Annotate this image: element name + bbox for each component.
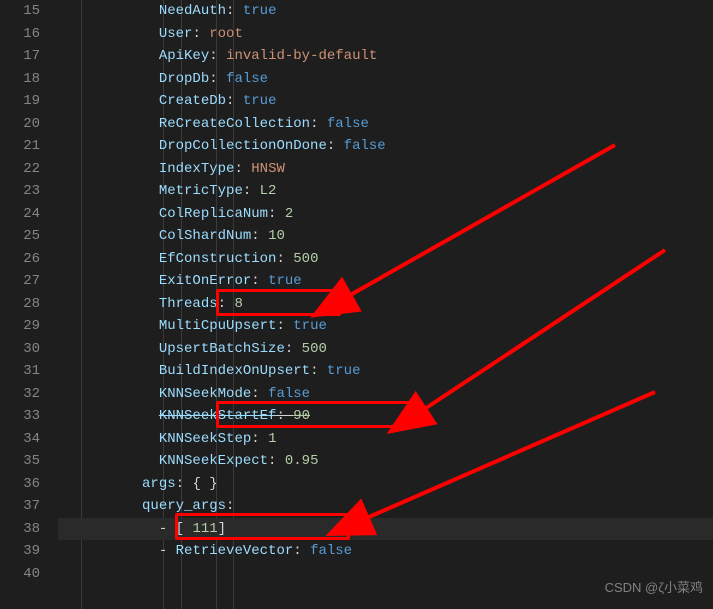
- line-number: 36: [10, 473, 40, 496]
- line-number: 26: [10, 248, 40, 271]
- line-number: 40: [10, 563, 40, 586]
- code-line[interactable]: KNNSeekStartEf: 90: [58, 405, 713, 428]
- code-line[interactable]: DropDb: false: [58, 68, 713, 91]
- code-line[interactable]: NeedAuth: true: [58, 0, 713, 23]
- code-line[interactable]: User: root: [58, 23, 713, 46]
- line-number: 20: [10, 113, 40, 136]
- line-number: 38: [10, 518, 40, 541]
- code-line[interactable]: MetricType: L2: [58, 180, 713, 203]
- line-number: 28: [10, 293, 40, 316]
- code-line[interactable]: KNNSeekExpect: 0.95: [58, 450, 713, 473]
- line-number: 21: [10, 135, 40, 158]
- code-editor: 1516171819202122232425262728293031323334…: [0, 0, 713, 609]
- code-line[interactable]: - RetrieveVector: false: [58, 540, 713, 563]
- code-line[interactable]: BuildIndexOnUpsert: true: [58, 360, 713, 383]
- line-number: 31: [10, 360, 40, 383]
- line-number: 25: [10, 225, 40, 248]
- code-line[interactable]: CreateDb: true: [58, 90, 713, 113]
- line-number: 19: [10, 90, 40, 113]
- code-line[interactable]: ColReplicaNum: 2: [58, 203, 713, 226]
- line-number: 24: [10, 203, 40, 226]
- line-number: 34: [10, 428, 40, 451]
- line-number-gutter: 1516171819202122232425262728293031323334…: [0, 0, 58, 609]
- code-line[interactable]: Threads: 8: [58, 293, 713, 316]
- line-number: 15: [10, 0, 40, 23]
- line-number: 39: [10, 540, 40, 563]
- line-number: 37: [10, 495, 40, 518]
- code-line[interactable]: - [ 111]: [58, 518, 713, 541]
- code-line[interactable]: IndexType: HNSW: [58, 158, 713, 181]
- line-number: 33: [10, 405, 40, 428]
- code-line[interactable]: MultiCpuUpsert: true: [58, 315, 713, 338]
- line-number: 27: [10, 270, 40, 293]
- line-number: 32: [10, 383, 40, 406]
- line-number: 18: [10, 68, 40, 91]
- line-number: 29: [10, 315, 40, 338]
- code-line[interactable]: DropCollectionOnDone: false: [58, 135, 713, 158]
- code-line[interactable]: KNNSeekMode: false: [58, 383, 713, 406]
- line-number: 16: [10, 23, 40, 46]
- code-line[interactable]: query_args:: [58, 495, 713, 518]
- code-area[interactable]: NeedAuth: true User: root ApiKey: invali…: [58, 0, 713, 609]
- line-number: 35: [10, 450, 40, 473]
- line-number: 22: [10, 158, 40, 181]
- code-line[interactable]: ApiKey: invalid-by-default: [58, 45, 713, 68]
- line-number: 30: [10, 338, 40, 361]
- code-line[interactable]: args: { }: [58, 473, 713, 496]
- code-line[interactable]: KNNSeekStep: 1: [58, 428, 713, 451]
- line-number: 17: [10, 45, 40, 68]
- line-number: 23: [10, 180, 40, 203]
- code-line[interactable]: ColShardNum: 10: [58, 225, 713, 248]
- code-line[interactable]: ExitOnError: true: [58, 270, 713, 293]
- code-line[interactable]: EfConstruction: 500: [58, 248, 713, 271]
- code-line[interactable]: ReCreateCollection: false: [58, 113, 713, 136]
- code-line[interactable]: UpsertBatchSize: 500: [58, 338, 713, 361]
- watermark-text: CSDN @ζ小菜鸡: [605, 577, 703, 600]
